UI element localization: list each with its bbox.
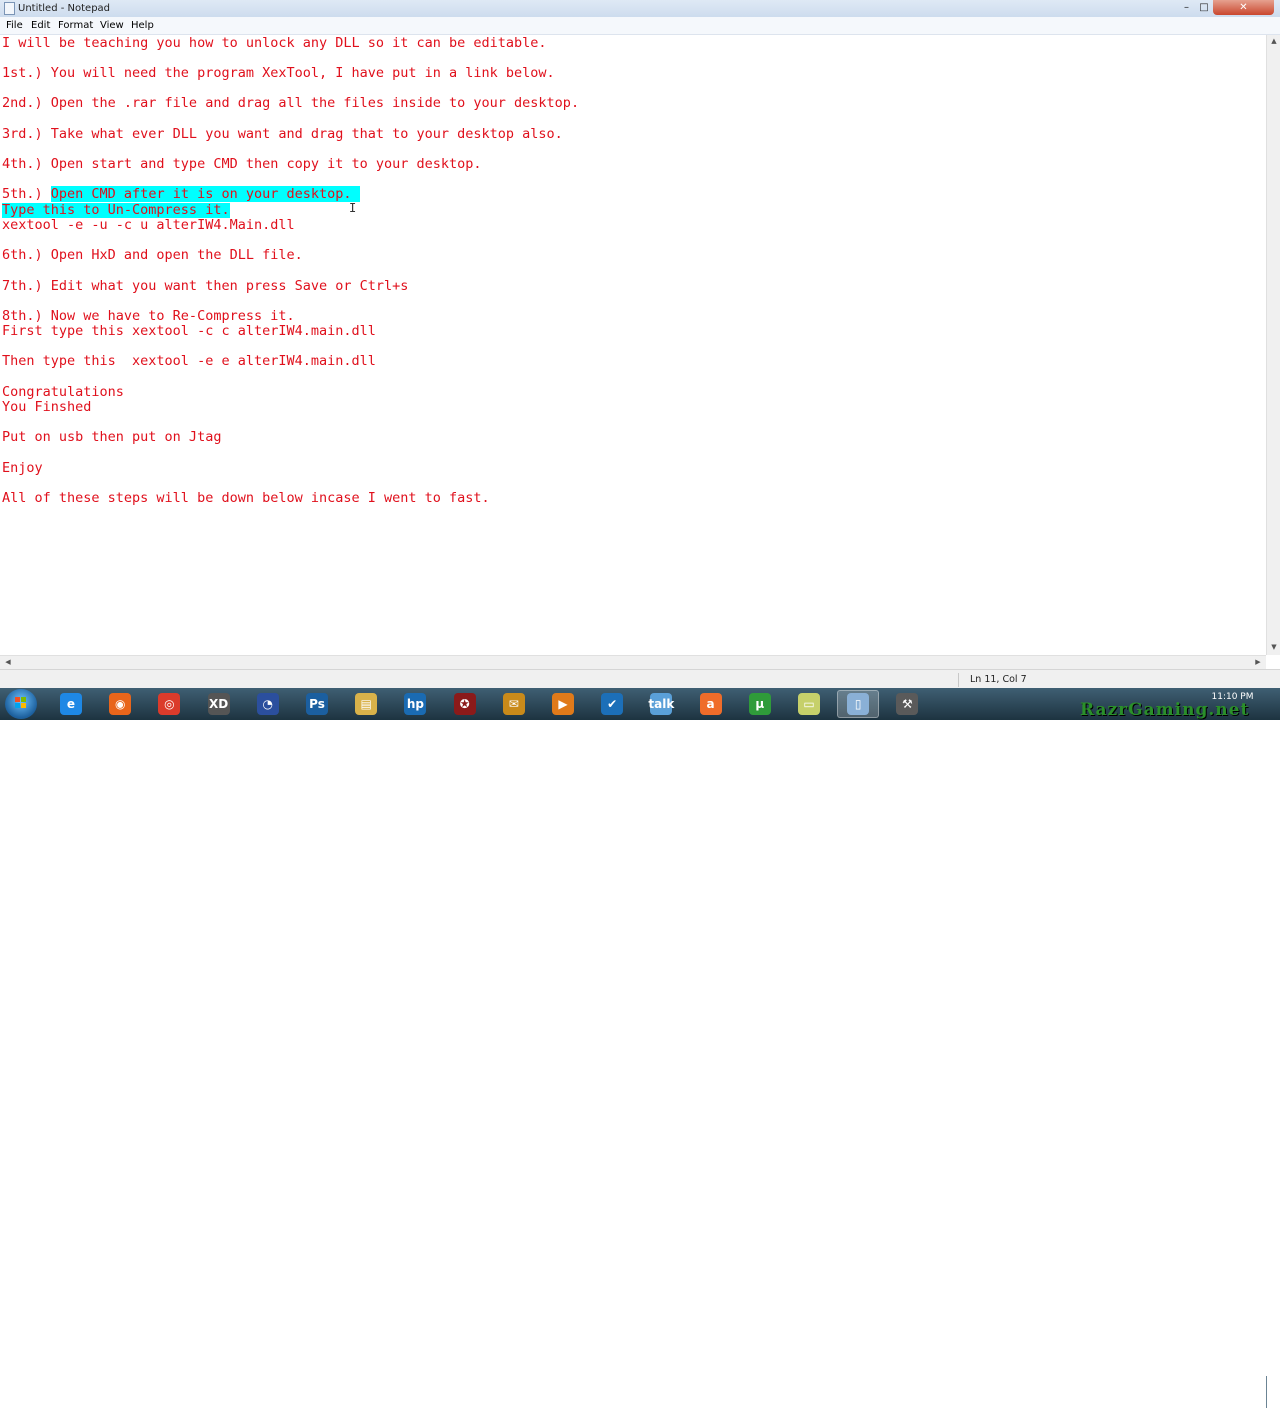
taskbar-button[interactable]: µ — [739, 690, 781, 718]
chrome-icon: ◎ — [158, 693, 181, 715]
vertical-scrollbar[interactable]: ▲ ▼ — [1266, 35, 1280, 655]
scroll-left-icon[interactable]: ◀ — [2, 656, 14, 669]
text-line: 1st.) You will need the program XexTool,… — [2, 65, 555, 81]
bubble-icon: ✉ — [502, 693, 525, 715]
title-bar: Untitled - Notepad – □ ✕ — [0, 0, 1280, 17]
text-line: 6th.) Open HxD and open the DLL file. — [2, 247, 303, 263]
status-bar: Ln 11, Col 7 — [0, 669, 1280, 689]
scroll-down-icon[interactable]: ▼ — [1267, 641, 1280, 653]
text-line: Then type this xextool -e e alterIW4.mai… — [2, 353, 376, 369]
menu-help[interactable]: Help — [131, 19, 154, 32]
selected-text-line: Type this to Un-Compress it. — [2, 202, 230, 218]
taskbar-button[interactable]: ▶ — [542, 690, 584, 718]
notes-icon: ▭ — [798, 693, 820, 715]
avast-icon: a — [699, 693, 722, 715]
cursor-position: Ln 11, Col 7 — [970, 674, 1027, 685]
scroll-up-icon[interactable]: ▲ — [1267, 35, 1280, 47]
text-line: xextool -e -u -c u alterIW4.Main.dll — [2, 217, 295, 233]
text-line: 4th.) Open start and type CMD then copy … — [2, 156, 482, 172]
taskbar-button[interactable]: ✔ — [591, 690, 633, 718]
tools-icon: ⚒ — [896, 693, 919, 715]
windows-logo-icon — [15, 697, 26, 708]
taskbar-button[interactable]: ◎ — [148, 690, 190, 718]
maximize-button[interactable]: □ — [1195, 0, 1213, 15]
xd-app-icon: XD — [207, 693, 230, 715]
taskbar-button[interactable]: ▭ — [788, 690, 830, 718]
taskbar-button[interactable]: a — [690, 690, 732, 718]
taskbar-button[interactable]: Ps — [296, 690, 338, 718]
start-button[interactable] — [5, 689, 37, 719]
media-player-icon: ▶ — [552, 693, 574, 715]
taskbar-button[interactable]: ▯ — [837, 690, 880, 718]
folder-icon: ▤ — [355, 693, 378, 715]
taskbar-button[interactable]: e — [50, 690, 92, 718]
hp-icon: hp — [404, 693, 427, 715]
notepad-taskbar-icon: ▯ — [847, 693, 870, 715]
taskbar-button[interactable]: ◉ — [99, 690, 141, 718]
text-line: All of these steps will be down below in… — [2, 490, 490, 506]
text-line: 8th.) Now we have to Re-Compress it. — [2, 308, 295, 324]
text-line: 5th.) Open CMD after it is on your deskt… — [2, 186, 360, 202]
text-line: You Finshed — [2, 399, 92, 415]
taskbar-button[interactable]: ⚒ — [886, 690, 928, 718]
window-title: Untitled - Notepad — [18, 3, 111, 14]
minimize-button[interactable]: – — [1178, 0, 1195, 15]
close-button[interactable]: ✕ — [1213, 0, 1274, 15]
taskbar-button[interactable]: ✉ — [493, 690, 535, 718]
checkmark-app-icon: ✔ — [601, 693, 624, 715]
selected-text: Open CMD after it is on your desktop. — [50, 186, 360, 202]
text-line: Congratulations — [2, 384, 124, 400]
menu-bar: File Edit Format View Help — [0, 17, 1280, 35]
menu-edit[interactable]: Edit — [31, 19, 50, 32]
game-icon: ✪ — [453, 693, 476, 715]
status-divider — [958, 673, 959, 687]
taskbar-button[interactable]: ▤ — [345, 690, 387, 718]
razrgaming-watermark: RazrGaming.net — [1080, 700, 1250, 720]
text-line: Enjoy — [2, 460, 43, 476]
text-editor[interactable]: I will be teaching you how to unlock any… — [0, 35, 1266, 655]
text-line: Put on usb then put on Jtag — [2, 429, 222, 445]
notepad-app-icon — [4, 2, 15, 15]
scroll-right-icon[interactable]: ▶ — [1252, 656, 1264, 669]
taskbar-button[interactable]: ✪ — [444, 690, 486, 718]
show-desktop-button[interactable] — [1266, 1376, 1280, 1408]
text-line: I will be teaching you how to unlock any… — [2, 35, 547, 51]
internet-explorer-icon: e — [60, 693, 82, 715]
menu-format[interactable]: Format — [58, 19, 93, 32]
taskbar-button[interactable]: talk — [640, 690, 682, 718]
text-line: 3rd.) Take what ever DLL you want and dr… — [2, 126, 563, 142]
menu-view[interactable]: View — [100, 19, 124, 32]
text-line: 7th.) Edit what you want then press Save… — [2, 278, 409, 294]
photoshop-icon: Ps — [306, 693, 328, 715]
taskbar-button[interactable]: XD — [198, 690, 240, 718]
gtalk-icon: talk — [648, 693, 674, 715]
cinema4d-icon: ◔ — [256, 693, 279, 715]
taskbar-button[interactable]: hp — [394, 690, 436, 718]
text-line: First type this xextool -c c alterIW4.ma… — [2, 323, 376, 339]
step-number: 5th.) — [2, 186, 51, 202]
menu-file[interactable]: File — [6, 19, 23, 32]
utorrent-icon: µ — [748, 693, 771, 715]
text-line: 2nd.) Open the .rar file and drag all th… — [2, 95, 580, 111]
ibeam-cursor-icon: I — [349, 201, 357, 215]
taskbar-button[interactable]: ◔ — [247, 690, 289, 718]
horizontal-scrollbar[interactable]: ◀ ▶ — [0, 655, 1266, 669]
firefox-icon: ◉ — [109, 693, 132, 715]
